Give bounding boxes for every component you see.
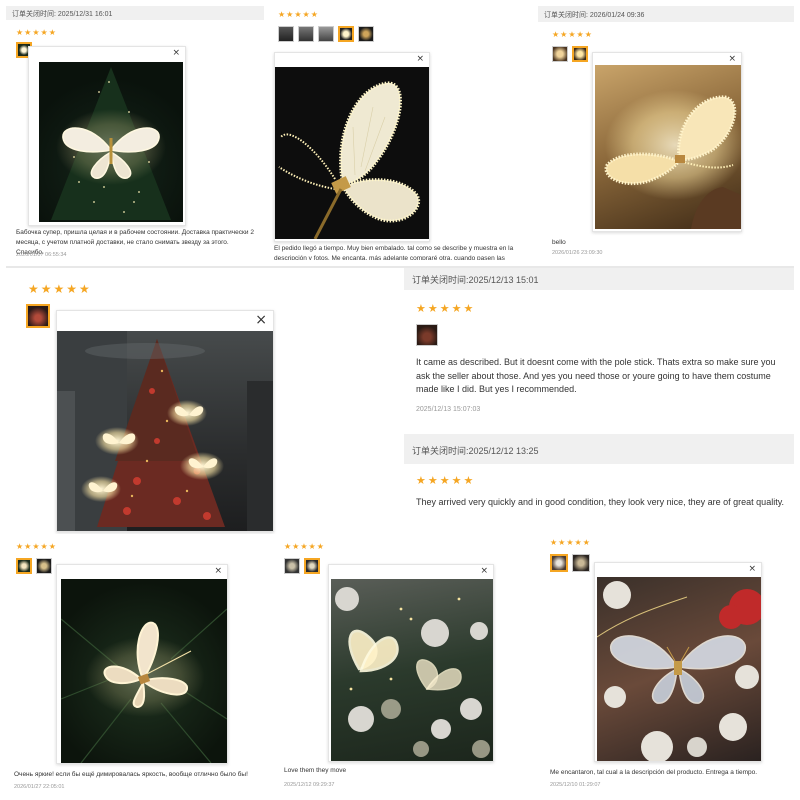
review-photo[interactable]: [331, 579, 493, 761]
review-card-8: ★★★★★ × Love them they move 2025/12/12 0…: [276, 538, 526, 796]
review-photo[interactable]: [595, 65, 741, 229]
rating-stars: ★★★★★: [28, 282, 92, 296]
review-card-7: ★★★★★ × Очень яркие! если бы ещё димиров…: [6, 538, 268, 796]
photo-thumbnail[interactable]: [552, 46, 568, 62]
photo-thumbnail[interactable]: [298, 26, 314, 42]
rating-stars: ★★★★★: [552, 30, 593, 39]
review-card-2: ★★★★★ × El pedido llegó a tiempo. Muy bi…: [268, 6, 530, 260]
photo-thumbnail[interactable]: [358, 26, 374, 42]
thumbnail-strip: [550, 554, 590, 572]
review-text: El pedido llegó a tiempo. Muy bien embal…: [274, 245, 514, 260]
review-date: 2026/01/07 06:55:34: [16, 252, 67, 258]
review-text: It came as described. But it doesnt come…: [416, 357, 776, 394]
photo-viewer: ×: [594, 562, 762, 762]
rating-stars: ★★★★★: [416, 474, 476, 487]
close-icon[interactable]: ×: [255, 313, 267, 327]
review-date: 2025/12/12 09:29:37: [284, 782, 335, 788]
review-text: They arrived very quickly and in good co…: [416, 497, 785, 507]
thumbnail-strip: [278, 26, 374, 42]
review-photo[interactable]: [39, 62, 183, 222]
close-icon[interactable]: ×: [416, 55, 424, 64]
review-date: 2026/01/26 23:09:30: [552, 250, 603, 256]
thumbnail-strip: [16, 558, 52, 574]
photo-thumbnail[interactable]: [16, 558, 32, 574]
butterfly-with-ornaments-image: [597, 581, 761, 761]
review-card-5: 订单关闭时间:2025/12/13 15:01 ★★★★★ It came as…: [404, 268, 794, 428]
rating-stars: ★★★★★: [284, 542, 325, 551]
close-icon[interactable]: ×: [748, 565, 756, 574]
rating-stars: ★★★★★: [16, 28, 57, 37]
photo-thumbnail[interactable]: [318, 26, 334, 42]
review-text: Love them they move: [284, 767, 347, 774]
close-icon[interactable]: ×: [214, 567, 222, 576]
close-icon[interactable]: ×: [728, 55, 736, 64]
photo-thumbnail[interactable]: [572, 554, 590, 572]
tree-with-butterfly-image: [61, 608, 227, 763]
review-card-9: ★★★★★ × Me encantaron, tal cual a la des…: [540, 536, 794, 796]
rating-stars: ★★★★★: [550, 538, 591, 547]
order-close-time: 订单关闭时间:2025/12/13 15:01: [404, 268, 794, 290]
tree-ornaments-butterfly-image: [335, 587, 490, 758]
thumbnail-strip: [416, 324, 438, 346]
photo-viewer: ×: [28, 46, 186, 226]
review-text: Очень яркие! если бы ещё димировалась яр…: [14, 771, 248, 778]
photo-viewer: ×: [328, 564, 494, 762]
photo-thumbnail[interactable]: [550, 554, 568, 572]
photo-thumbnail[interactable]: [278, 26, 294, 42]
photo-viewer: ×: [592, 52, 742, 232]
close-icon[interactable]: ×: [172, 49, 180, 58]
thumbnail-strip: [284, 558, 320, 574]
review-text: bello: [552, 239, 566, 246]
order-close-time: 订单关闭时间: 2025/12/31 16:01: [6, 6, 264, 20]
photo-viewer: ×: [56, 564, 228, 764]
order-close-time: 订单关闭时间: 2026/01/24 09:36: [538, 6, 794, 22]
review-date: 2025/12/13 15:07:03: [416, 406, 481, 413]
photo-thumbnail[interactable]: [284, 558, 300, 574]
thumbnail-strip: [552, 46, 588, 62]
review-card-3: 订单关闭时间: 2026/01/24 09:36 ★★★★★ × bello 2…: [538, 6, 794, 260]
rating-stars: ★★★★★: [416, 302, 476, 315]
review-photo[interactable]: [61, 579, 227, 763]
review-photo[interactable]: [57, 331, 273, 531]
photo-thumbnail[interactable]: [36, 558, 52, 574]
butterfly-closeup-image: [278, 81, 421, 239]
photo-viewer: ×: [274, 52, 430, 242]
review-photo[interactable]: [275, 67, 429, 239]
rating-stars: ★★★★★: [278, 10, 319, 19]
review-text: Me encantaron, tal cual a la descripción…: [550, 769, 758, 776]
photo-thumbnail[interactable]: [304, 558, 320, 574]
photo-thumbnail[interactable]: [416, 324, 438, 346]
butterfly-warm-light-image: [604, 90, 741, 229]
photo-thumbnail[interactable]: [26, 304, 50, 328]
order-close-time: 订单关闭时间:2025/12/12 13:25: [404, 434, 794, 464]
review-date: 2025/12/10 01:29:07: [550, 782, 601, 788]
review-date: 2026/01/27 22:05:01: [14, 784, 65, 790]
close-icon[interactable]: ×: [480, 567, 488, 576]
photo-viewer: ×: [56, 310, 274, 532]
rating-stars: ★★★★★: [16, 542, 57, 551]
review-card-4: ★★★★★ ×: [10, 272, 396, 534]
review-photo[interactable]: [597, 577, 761, 761]
review-card-6: 订单关闭时间:2025/12/12 13:25 ★★★★★ They arriv…: [404, 434, 794, 530]
photo-thumbnail[interactable]: [338, 26, 354, 42]
christmas-tree-with-butterflies-image: [57, 331, 273, 531]
tree-with-butterfly-image: [51, 67, 171, 220]
photo-thumbnail[interactable]: [572, 46, 588, 62]
thumbnail-strip: [26, 304, 50, 328]
review-card-1: 订单关闭时间: 2025/12/31 16:01 ★★★★★ × Бабочка…: [6, 6, 264, 260]
